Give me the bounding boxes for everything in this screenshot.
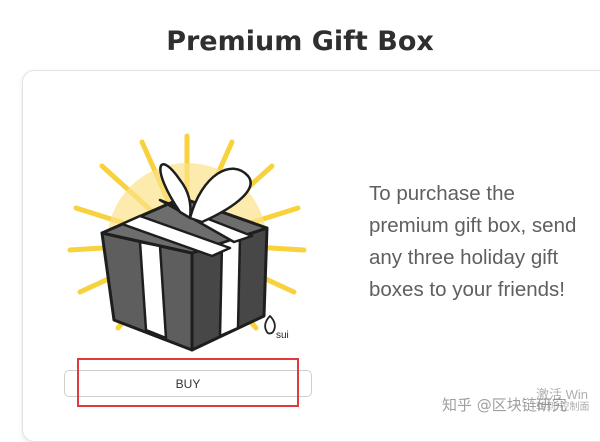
activation-line-1: 激活 Win: [536, 387, 589, 402]
gift-box-icon: sui: [67, 133, 307, 352]
sui-logo: sui: [264, 314, 289, 341]
highlight-box: [77, 358, 299, 407]
page-title: Premium Gift Box: [166, 26, 434, 57]
activation-line-2: 转到"控制面: [536, 402, 590, 413]
gift-description: To purchase the premium gift box, send a…: [369, 182, 577, 301]
sui-logo-text: sui: [276, 330, 289, 341]
windows-activation-notice: 激活 Win 转到"控制面: [536, 388, 590, 414]
